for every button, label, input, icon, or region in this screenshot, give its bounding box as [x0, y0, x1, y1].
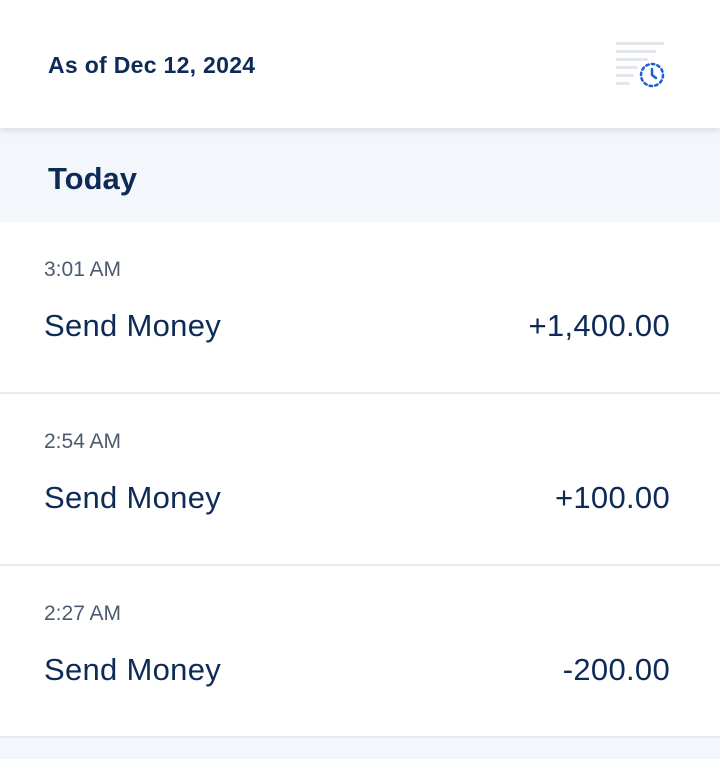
- transaction-history-clock-icon: [616, 42, 665, 88]
- transaction-history-page: As of Dec 12, 2024 Today 3:01 AM Send Mo…: [0, 0, 720, 759]
- transaction-time: 2:27 AM: [44, 602, 122, 625]
- section-header-today: Today: [0, 128, 720, 222]
- transaction-amount: -200.00: [562, 652, 670, 687]
- top-bar: As of Dec 12, 2024: [0, 0, 720, 128]
- transaction-time: 3:01 AM: [44, 258, 122, 281]
- history-filter-button[interactable]: [612, 40, 668, 92]
- as-of-date: As of Dec 12, 2024: [48, 52, 256, 78]
- transaction-amount: +100.00: [554, 480, 670, 515]
- next-section-header: [0, 738, 720, 759]
- transaction-name: Send Money: [44, 308, 222, 343]
- transaction-amount: +1,400.00: [528, 308, 670, 343]
- transaction-row[interactable]: 3:01 AM Send Money +1,400.00: [0, 222, 720, 394]
- transaction-time: 2:54 AM: [44, 430, 122, 453]
- section-title: Today: [48, 161, 137, 196]
- transaction-row[interactable]: 2:54 AM Send Money +100.00: [0, 394, 720, 566]
- transaction-name: Send Money: [44, 480, 222, 515]
- transaction-name: Send Money: [44, 652, 222, 687]
- transaction-row[interactable]: 2:27 AM Send Money -200.00: [0, 566, 720, 738]
